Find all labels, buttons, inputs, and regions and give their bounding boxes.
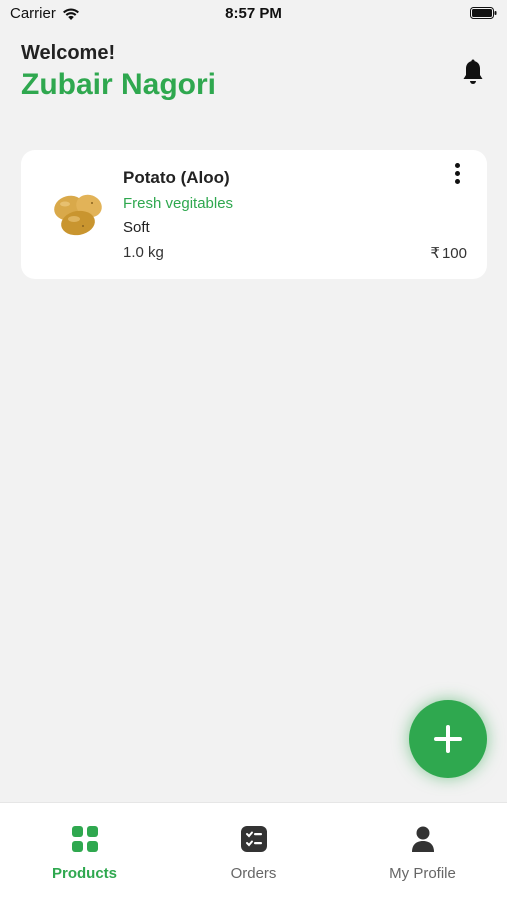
- price-value: 100: [441, 244, 467, 262]
- battery-icon: [470, 7, 497, 19]
- status-time: 8:57 PM: [225, 5, 282, 22]
- product-name: Potato (Aloo): [123, 168, 230, 187]
- bottom-navigation: Products Orders My Profile: [0, 802, 507, 901]
- more-options-button[interactable]: [449, 162, 467, 188]
- nav-label-my-profile: My Profile: [389, 865, 456, 882]
- product-category: Fresh vegitables: [123, 195, 234, 212]
- welcome-text: Welcome!: [21, 42, 116, 64]
- product-quantity: 1.0 kg: [123, 244, 164, 261]
- nav-label-orders: Orders: [230, 865, 277, 882]
- grid-icon: [71, 826, 98, 852]
- product-card[interactable]: Potato (Aloo) Fresh vegitables Soft 1.0 …: [21, 150, 487, 279]
- checklist-icon: [240, 826, 267, 852]
- user-name: Zubair Nagori: [21, 68, 217, 101]
- rupee-symbol: ₹: [430, 245, 440, 262]
- nav-item-products[interactable]: Products: [0, 803, 169, 901]
- add-product-button[interactable]: [409, 700, 487, 778]
- product-price: ₹ 100: [430, 244, 467, 263]
- more-vertical-icon-dot: [455, 163, 460, 168]
- nav-item-orders[interactable]: Orders: [169, 803, 338, 901]
- potato-image: [54, 194, 102, 236]
- nav-item-my-profile[interactable]: My Profile: [338, 803, 507, 901]
- nav-label-products: Products: [51, 865, 117, 882]
- product-texture: Soft: [123, 219, 150, 236]
- user-icon: [411, 826, 434, 852]
- bell-icon[interactable]: [461, 59, 485, 87]
- more-vertical-icon-dot: [455, 179, 460, 184]
- status-bar: Carrier 8:57 PM: [0, 0, 507, 30]
- more-vertical-icon-dot: [455, 171, 460, 176]
